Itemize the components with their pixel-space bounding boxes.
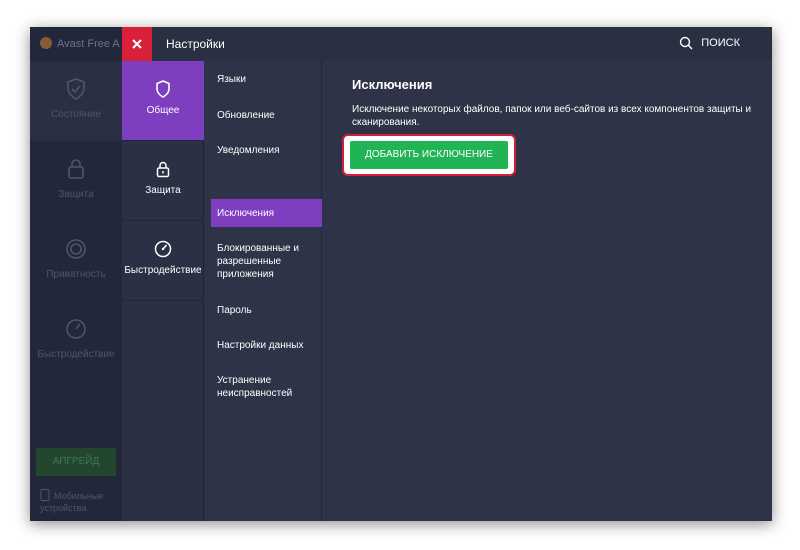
bg-upgrade-button: АПГРЕЙД <box>36 448 116 476</box>
close-button[interactable] <box>122 27 152 61</box>
lock-icon <box>156 161 170 178</box>
shield-check-icon <box>67 78 85 100</box>
bg-nav-privacy: Приватность <box>30 221 122 301</box>
bg-mobile-devices: Мобильные устройства <box>40 489 120 514</box>
bg-nav-protection: Защита <box>30 141 122 221</box>
subnav-password[interactable]: Пароль <box>211 298 322 322</box>
subnav-blocked-allowed-apps[interactable]: Блокированные и разрешенные приложения <box>211 240 322 282</box>
speedometer-icon <box>154 240 172 258</box>
bg-nav-status: Состояние <box>30 61 122 141</box>
search-button[interactable]: ПОИСК <box>679 36 740 50</box>
settings-window: Avast Free A Состояние Защита Приватност… <box>30 27 772 521</box>
subnav-troubleshooting[interactable]: Устранение неисправностей <box>211 372 322 402</box>
bg-nav-protection-label: Защита <box>58 189 94 200</box>
subnav-exclusions[interactable]: Исключения <box>211 199 322 227</box>
shield-icon <box>156 80 170 98</box>
close-icon <box>132 39 142 49</box>
category-performance-label: Быстродействие <box>124 265 202 276</box>
page-title: Исключения <box>352 77 433 92</box>
lock-icon <box>68 159 84 179</box>
avast-logo-icon <box>40 37 52 49</box>
background-app-title: Avast Free A <box>40 37 122 53</box>
exclusions-panel: Исключения Исключение некоторых файлов, … <box>322 61 772 521</box>
background-app-title-text: Avast Free A <box>57 38 120 50</box>
search-icon <box>680 36 693 50</box>
fingerprint-icon <box>66 239 86 259</box>
speedometer-icon <box>66 319 86 339</box>
subnav-notifications[interactable]: Уведомления <box>211 138 322 162</box>
category-performance[interactable]: Быстродействие <box>122 221 204 301</box>
subnav-languages[interactable]: Языки <box>211 67 322 91</box>
category-protection[interactable]: Защита <box>122 141 204 221</box>
category-protection-label: Защита <box>145 185 181 196</box>
bg-nav-status-label: Состояние <box>51 109 101 120</box>
bg-nav-performance: Быстродействие <box>30 301 122 381</box>
search-label: ПОИСК <box>701 37 740 49</box>
page-description: Исключение некоторых файлов, папок или в… <box>352 104 752 128</box>
add-exclusion-button[interactable]: ДОБАВИТЬ ИСКЛЮЧЕНИЕ <box>350 141 508 169</box>
bg-nav-privacy-label: Приватность <box>46 269 106 280</box>
category-general-label: Общее <box>146 105 180 116</box>
subnav-update[interactable]: Обновление <box>211 103 322 127</box>
category-general[interactable]: Общее <box>122 61 204 141</box>
settings-subnav: Языки Обновление Уведомления Исключения … <box>205 61 322 521</box>
background-app-sidebar: Avast Free A Состояние Защита Приватност… <box>30 27 122 521</box>
settings-categories: Общее Защита Быстродействие <box>122 61 204 521</box>
settings-title: Настройки <box>166 37 225 51</box>
bg-nav-performance-label: Быстродействие <box>37 349 115 360</box>
subnav-data-settings[interactable]: Настройки данных <box>211 333 322 357</box>
phone-icon <box>40 489 50 501</box>
settings-header: Настройки ПОИСК <box>122 27 772 61</box>
highlight-box: ДОБАВИТЬ ИСКЛЮЧЕНИЕ <box>342 134 516 176</box>
